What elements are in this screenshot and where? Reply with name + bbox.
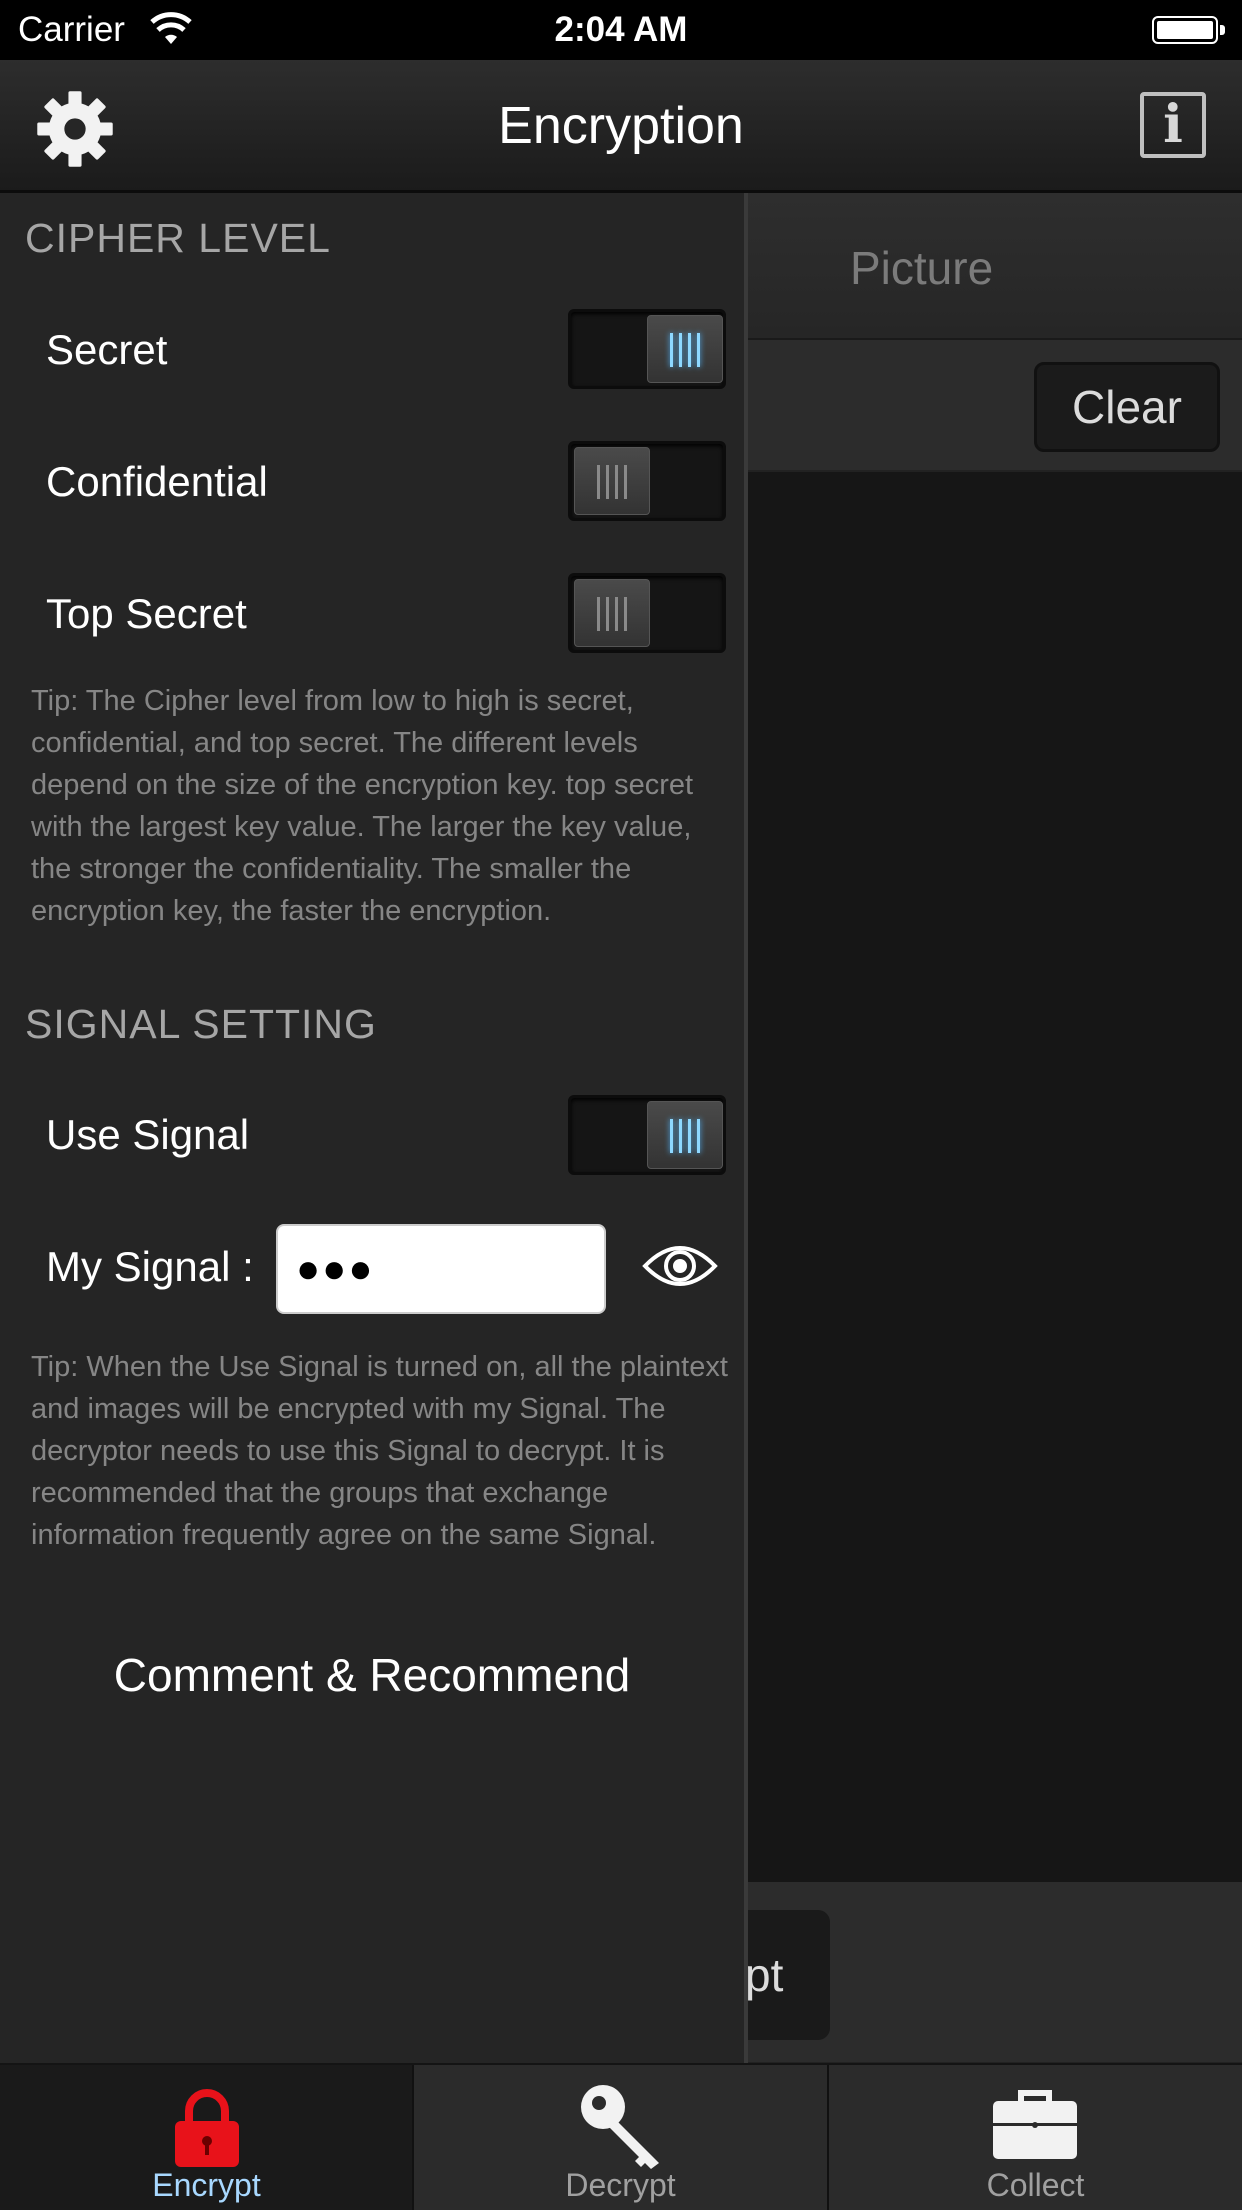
tab-encrypt-label: Encrypt xyxy=(152,2167,261,2203)
use-signal-label: Use Signal xyxy=(46,1111,250,1158)
comment-recommend-button[interactable]: Comment & Recommend xyxy=(0,1648,744,1702)
lock-icon xyxy=(175,2089,239,2167)
page-title: Encryption xyxy=(498,97,744,155)
secret-label: Secret xyxy=(46,326,168,373)
tab-collect[interactable]: Collect xyxy=(829,2065,1242,2210)
status-bar: Carrier 2:04 AM xyxy=(0,0,1242,60)
top-secret-label: Top Secret xyxy=(46,590,247,637)
cipher-tip: Tip: The Cipher level from low to high i… xyxy=(31,685,694,927)
signal-tip: Tip: When the Use Signal is turned on, a… xyxy=(31,1351,728,1551)
navigation-bar: Encryption i xyxy=(0,60,1242,193)
key-icon xyxy=(581,2085,659,2169)
clear-button[interactable]: Clear xyxy=(1034,362,1220,452)
use-signal-toggle[interactable] xyxy=(568,1095,726,1175)
secret-toggle[interactable] xyxy=(568,309,726,389)
confidential-toggle[interactable] xyxy=(568,441,726,521)
info-icon: i xyxy=(1163,94,1183,155)
tab-decrypt[interactable]: Decrypt xyxy=(414,2065,827,2210)
eye-icon[interactable] xyxy=(642,1238,718,1294)
encrypt-button-label: pt xyxy=(745,1949,784,2001)
encrypt-button[interactable]: pt xyxy=(745,1910,830,2040)
tab-picture-label: Picture xyxy=(850,242,994,294)
tab-encrypt[interactable]: Encrypt xyxy=(0,2065,413,2210)
info-button[interactable]: i xyxy=(1140,92,1206,158)
briefcase-icon xyxy=(993,2090,1077,2159)
tab-bar: Encrypt Decrypt Collect xyxy=(0,2063,1242,2210)
cipher-level-header: CIPHER LEVEL xyxy=(25,215,331,261)
signal-input[interactable]: ●●● xyxy=(276,1224,606,1314)
my-signal-label: My Signal : xyxy=(46,1243,254,1290)
tab-picture[interactable]: Picture xyxy=(745,193,1242,340)
clock: 2:04 AM xyxy=(554,10,688,49)
top-secret-toggle[interactable] xyxy=(568,573,726,653)
signal-setting-header: SIGNAL SETTING xyxy=(25,1001,377,1047)
tab-decrypt-label: Decrypt xyxy=(565,2167,676,2203)
confidential-label: Confidential xyxy=(46,458,268,505)
settings-drawer: CIPHER LEVEL Secret Confidential Top Sec… xyxy=(0,193,748,2063)
tab-collect-label: Collect xyxy=(986,2167,1085,2203)
plaintext-area[interactable] xyxy=(745,472,1242,1882)
battery-icon xyxy=(1152,16,1225,44)
